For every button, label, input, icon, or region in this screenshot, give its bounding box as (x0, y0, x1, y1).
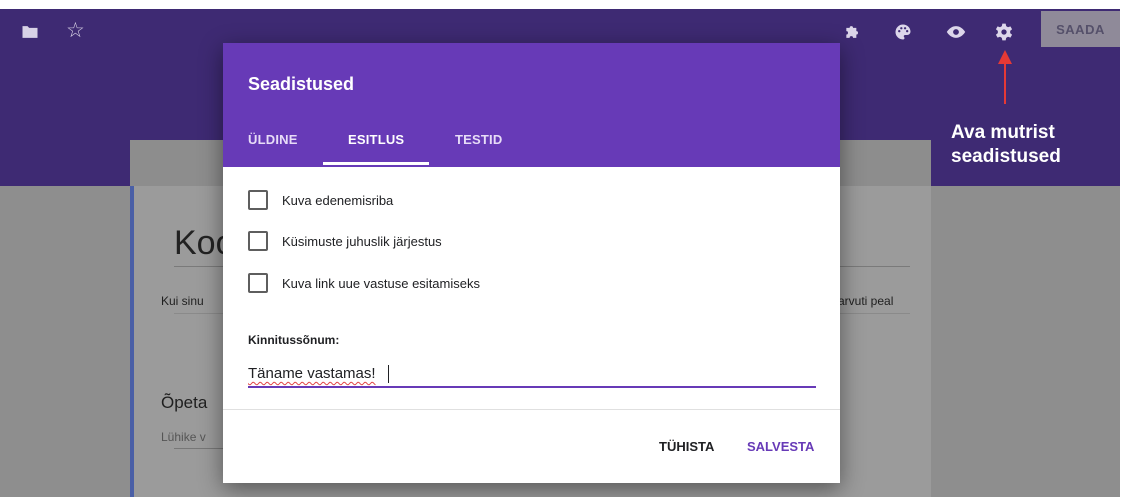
tab-quizzes[interactable]: TESTID (455, 132, 502, 147)
eye-icon[interactable] (946, 22, 966, 42)
tab-presentation[interactable]: ESITLUS (348, 132, 404, 147)
submit-another-link-label: Kuva link uue vastuse esitamiseks (282, 275, 480, 291)
submit-another-link-checkbox[interactable] (248, 273, 268, 293)
text-cursor (388, 365, 389, 383)
annotation-text: Ava mutrist seadistused (951, 121, 1091, 169)
gear-icon[interactable] (994, 22, 1014, 42)
palette-icon[interactable] (893, 22, 913, 42)
form-description[interactable]: Kui sinu (161, 294, 204, 308)
shuffle-questions-option[interactable]: Küsimuste juhuslik järjestus (248, 231, 442, 251)
save-button[interactable]: SALVESTA (747, 439, 814, 454)
question-title[interactable]: Õpeta (161, 393, 207, 413)
progress-bar-checkbox[interactable] (248, 190, 268, 210)
form-description-end[interactable]: arvuti peal (838, 294, 893, 308)
confirmation-message-label: Kinnitussõnum: (248, 333, 340, 347)
shuffle-questions-checkbox[interactable] (248, 231, 268, 251)
short-answer-placeholder: Lühike v (161, 430, 206, 444)
puzzle-icon[interactable] (843, 22, 863, 42)
annotation-arrow (1004, 62, 1006, 104)
annotation-line-2: seadistused (951, 146, 1061, 167)
confirmation-message-value[interactable]: Täname vastamas! (248, 365, 376, 382)
dialog-divider (223, 409, 840, 410)
submit-another-link-option[interactable]: Kuva link uue vastuse esitamiseks (248, 273, 480, 293)
send-button[interactable]: SAADA (1041, 11, 1120, 47)
progress-bar-option[interactable]: Kuva edenemisriba (248, 190, 393, 210)
progress-bar-label: Kuva edenemisriba (282, 192, 394, 208)
shuffle-questions-label: Küsimuste juhuslik järjestus (282, 233, 442, 249)
cancel-button[interactable]: TÜHISTA (659, 439, 714, 454)
settings-dialog: Seadistused ÜLDINE ESITLUS TESTID Kuva e… (223, 43, 840, 483)
star-icon[interactable]: ☆ (66, 20, 86, 41)
dialog-header: Seadistused ÜLDINE ESITLUS TESTID (223, 43, 840, 167)
annotation-line-1: Ava mutrist (951, 122, 1055, 143)
folder-icon[interactable] (20, 22, 40, 42)
form-card-accent (130, 186, 134, 497)
dialog-title: Seadistused (248, 74, 355, 94)
tab-general[interactable]: ÜLDINE (248, 132, 298, 147)
active-tab-indicator (323, 162, 429, 165)
